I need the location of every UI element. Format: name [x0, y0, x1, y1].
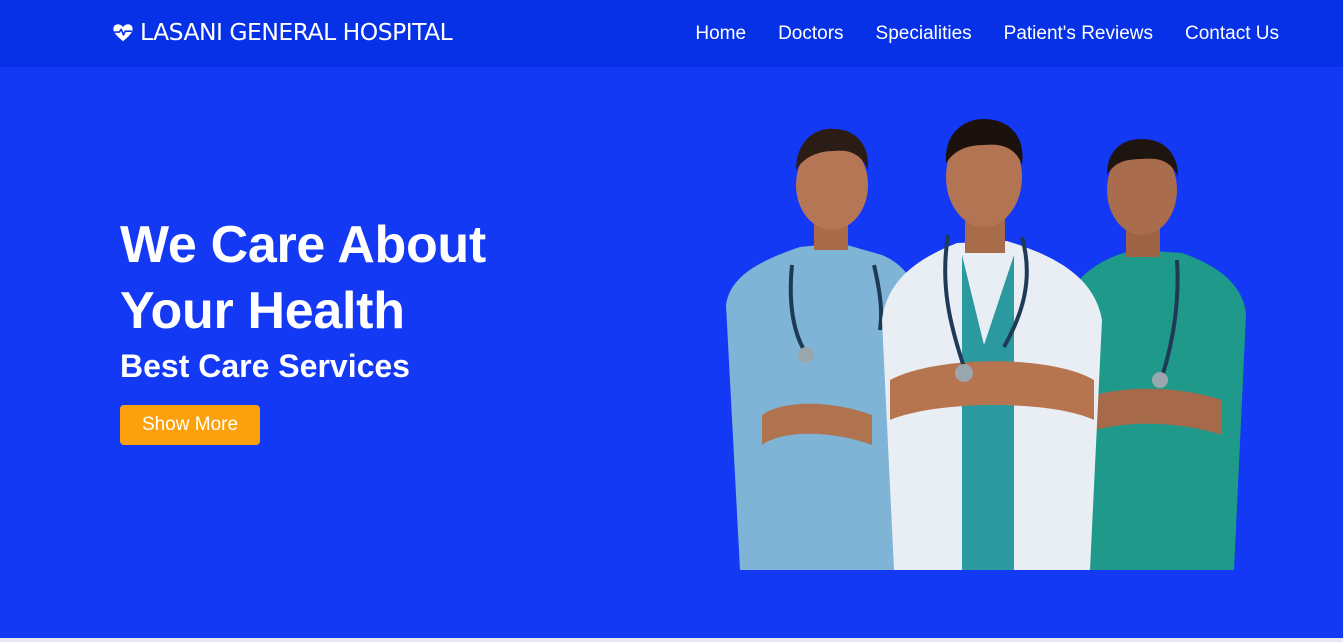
brand-name: LASANI GENERAL HOSPITAL — [140, 20, 453, 46]
hero-title-line1: We Care About — [120, 216, 486, 274]
nav-doctors[interactable]: Doctors — [778, 23, 843, 45]
bottom-divider — [0, 638, 1343, 642]
main-nav: Home Doctors Specialities Patient's Revi… — [663, 0, 1279, 67]
show-more-button[interactable]: Show More — [120, 405, 260, 445]
hero-title-line2: Your Health — [120, 282, 405, 340]
heart-pulse-icon — [112, 22, 134, 44]
doctor-center-figure — [882, 119, 1102, 570]
brand-logo[interactable]: LASANI GENERAL HOSPITAL — [112, 19, 453, 47]
hero-subtitle: Best Care Services — [120, 348, 410, 384]
doctors-image — [722, 115, 1252, 570]
nav-specialities[interactable]: Specialities — [876, 23, 972, 45]
nav-home[interactable]: Home — [695, 23, 746, 45]
nav-contact-us[interactable]: Contact Us — [1185, 23, 1279, 45]
navbar: LASANI GENERAL HOSPITAL Home Doctors Spe… — [0, 0, 1343, 67]
hero-text: We Care About Your Health Best Care Serv… — [120, 212, 486, 386]
nav-patients-reviews[interactable]: Patient's Reviews — [1004, 23, 1153, 45]
